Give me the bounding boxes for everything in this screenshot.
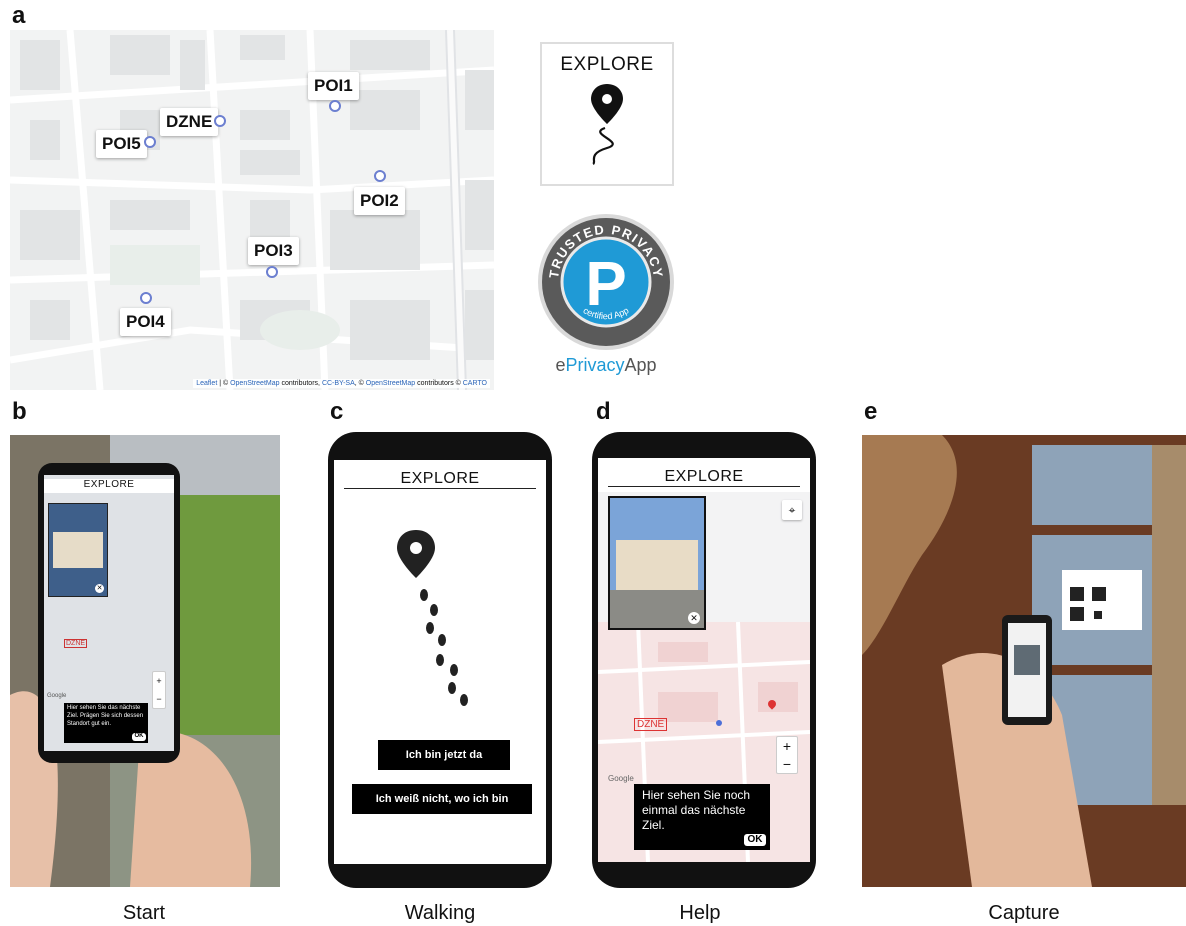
poi3-label[interactable]: POI3 <box>248 237 299 265</box>
leaflet-link[interactable]: Leaflet <box>196 380 217 387</box>
locate-me-icon[interactable]: ⌖ <box>782 500 802 520</box>
caption-capture: Capture <box>988 902 1060 924</box>
dzne-label[interactable]: DZNE <box>160 108 219 136</box>
zoom-in-button[interactable]: + <box>783 737 791 755</box>
dzne-map-tag: DZNE <box>634 718 668 731</box>
ok-button[interactable]: OK <box>744 834 766 846</box>
dzne-map-tag: DZNE <box>64 639 88 648</box>
caption-start: Start <box>122 902 166 924</box>
title-divider <box>344 488 536 489</box>
google-logo: Google <box>608 774 634 783</box>
poi1-marker[interactable] <box>329 100 341 112</box>
poi2-label[interactable]: POI2 <box>354 187 405 215</box>
i-am-lost-button[interactable]: Ich weiß nicht, wo ich bin <box>352 784 532 814</box>
app-title: EXPLORE <box>44 479 174 493</box>
google-logo: Google <box>47 693 67 699</box>
osm-link-2[interactable]: OpenStreetMap <box>366 380 415 387</box>
panel-label-b: b <box>12 398 27 425</box>
phone-help: EXPLORE ✕ ⌖ DZNE + − Google Hier sehen S… <box>592 432 816 888</box>
phone-walking-screen: EXPLORE Ich bin jetzt da Ich weiß nicht,… <box>334 460 546 864</box>
attr-text-4: contributors © <box>415 380 463 387</box>
trusted-privacy-seal-icon: TRUSTED PRIVACY P certified App <box>538 214 674 350</box>
caption-help: Help <box>679 902 721 924</box>
title-divider <box>608 486 800 487</box>
brand-e: e <box>555 355 566 375</box>
zoom-out-button[interactable]: − <box>783 755 791 773</box>
attr-text-3: , © <box>354 380 366 387</box>
caption-walking: Walking <box>404 902 476 924</box>
poi4-label[interactable]: POI4 <box>120 308 171 336</box>
ok-button[interactable]: OK <box>132 733 146 741</box>
app-title: EXPLORE <box>400 470 480 487</box>
phone-start-screen: EXPLORE ✕ DZNE + − Google Hier sehen Sie … <box>44 475 174 751</box>
photo-background <box>862 435 1186 887</box>
poi-map[interactable]: POI1 DZNE POI5 POI2 POI3 POI4 Leaflet | … <box>10 30 494 390</box>
attr-text-2: contributors, <box>279 380 322 387</box>
map-tiles <box>10 30 494 390</box>
panel-label-c: c <box>330 398 344 425</box>
i-am-here-button[interactable]: Ich bin jetzt da <box>378 740 510 770</box>
photo-start: EXPLORE ✕ DZNE + − Google Hier sehen Sie … <box>10 435 280 887</box>
panel-label-d: d <box>596 398 611 425</box>
eprivacy-badge: TRUSTED PRIVACY P certified App ePrivacy… <box>536 212 676 377</box>
zoom-controls[interactable]: + − <box>776 736 798 774</box>
eprivacy-brand: ePrivacyApp <box>536 355 676 376</box>
app-title: EXPLORE <box>664 468 744 485</box>
footsteps-path-icon <box>397 530 468 706</box>
close-icon[interactable]: ✕ <box>688 612 700 624</box>
hint-message: Hier sehen Sie noch einmal das nächste Z… <box>642 788 751 832</box>
poi5-marker[interactable] <box>144 136 156 148</box>
close-icon[interactable]: ✕ <box>95 584 104 593</box>
poi5-label[interactable]: POI5 <box>96 130 147 158</box>
cc-by-sa-link[interactable]: CC-BY-SA <box>322 380 355 387</box>
poi1-label[interactable]: POI1 <box>308 72 359 100</box>
carto-link[interactable]: CARTO <box>463 380 487 387</box>
osm-link-1[interactable]: OpenStreetMap <box>230 380 279 387</box>
target-photo-thumbnail: ✕ <box>48 503 108 597</box>
brand-privacy: Privacy <box>565 355 625 375</box>
map-pin-path-icon <box>591 84 623 165</box>
explore-logo: EXPLORE <box>540 42 674 186</box>
dzne-marker[interactable] <box>214 115 226 127</box>
attr-text-1: | © <box>217 380 231 387</box>
phone-help-screen: EXPLORE ✕ ⌖ DZNE + − Google Hier sehen S… <box>598 458 810 862</box>
hint-toast: Hier sehen Sie noch einmal das nächste Z… <box>634 784 770 850</box>
photo-capture <box>862 435 1186 887</box>
poi4-marker[interactable] <box>140 292 152 304</box>
hint-toast: Hier sehen Sie das nächste Ziel. Prägen … <box>64 703 148 743</box>
user-location-dot <box>716 720 722 726</box>
panel-label-a: a <box>12 2 26 29</box>
phone-start: EXPLORE ✕ DZNE + − Google Hier sehen Sie … <box>38 463 180 763</box>
explore-logo-title: EXPLORE <box>560 54 654 75</box>
target-photo: ✕ <box>608 496 706 630</box>
hint-message: Hier sehen Sie das nächste Ziel. Prägen … <box>67 705 144 727</box>
map-attribution: Leaflet | © OpenStreetMap contributors, … <box>193 379 490 388</box>
panel-label-e: e <box>864 398 878 425</box>
poi3-marker[interactable] <box>266 266 278 278</box>
poi2-marker[interactable] <box>374 170 386 182</box>
zoom-controls[interactable]: + − <box>152 671 166 709</box>
brand-app: App <box>624 355 657 375</box>
phone-walking: EXPLORE Ich bin jetzt da Ich weiß nicht,… <box>328 432 552 888</box>
